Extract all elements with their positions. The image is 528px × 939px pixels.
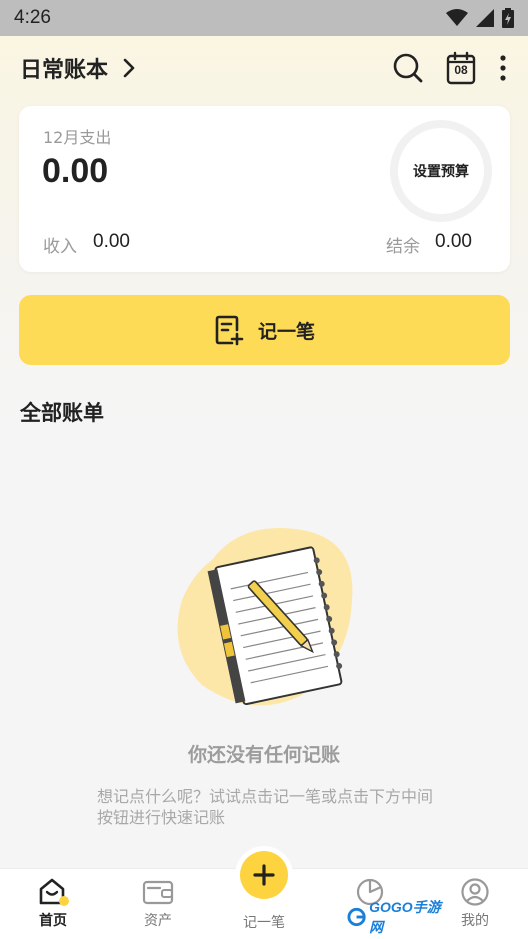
nav-label-mine: 我的 bbox=[461, 913, 489, 929]
watermark-logo-icon bbox=[347, 907, 366, 927]
empty-state-title: 你还没有任何记账 bbox=[187, 744, 340, 766]
home-icon bbox=[39, 878, 69, 906]
balance-label: 结余 bbox=[386, 237, 420, 257]
calendar-icon[interactable]: 08 bbox=[446, 51, 476, 85]
quick-record-button[interactable] bbox=[235, 846, 293, 904]
watermark: GOGO手游网 bbox=[347, 899, 451, 935]
watermark-text: GOGO手游网 bbox=[369, 899, 441, 935]
all-bills-title: 全部账单 bbox=[20, 401, 104, 425]
status-time: 4:26 bbox=[14, 7, 51, 28]
income-label: 收入 bbox=[43, 237, 77, 257]
set-budget-label: 设置预算 bbox=[413, 164, 469, 180]
top-bar: 日常账本 08 bbox=[0, 36, 528, 100]
chevron-right-icon[interactable] bbox=[122, 58, 136, 78]
calendar-day: 08 bbox=[454, 63, 468, 77]
book-title[interactable]: 日常账本 bbox=[20, 52, 108, 84]
quick-record-circle bbox=[240, 851, 288, 899]
notebook-illustration-icon bbox=[177, 528, 353, 706]
empty-state-hint: 想记点什么呢？试试点击记一笔或点击下方中间按钮进行快速记账 bbox=[97, 787, 434, 827]
more-vertical-icon[interactable] bbox=[498, 53, 508, 83]
status-icons bbox=[446, 8, 514, 28]
signal-icon bbox=[476, 9, 494, 27]
record-entry-button[interactable]: 记一笔 bbox=[19, 295, 510, 365]
nav-item-assets[interactable]: 资产 bbox=[118, 869, 198, 939]
add-note-icon bbox=[215, 315, 244, 346]
income-value: 0.00 bbox=[93, 231, 130, 252]
wifi-icon bbox=[446, 9, 468, 26]
nav-item-home[interactable]: 首页 bbox=[13, 869, 93, 939]
nav-label-home: 首页 bbox=[39, 913, 67, 929]
search-icon[interactable] bbox=[392, 52, 424, 84]
nav-label-assets: 资产 bbox=[144, 913, 172, 929]
monthly-summary-card[interactable]: 12月支出 0.00 设置预算 收入 0.00 结余 0.00 bbox=[19, 106, 510, 272]
plus-icon bbox=[253, 864, 275, 886]
budget-ring[interactable]: 设置预算 bbox=[390, 120, 492, 222]
top-bar-actions: 08 bbox=[392, 51, 508, 85]
month-expense-label: 12月支出 bbox=[43, 128, 112, 147]
month-expense-amount: 0.00 bbox=[42, 152, 109, 190]
nav-label-record: 记一笔 bbox=[243, 915, 285, 931]
user-icon bbox=[461, 878, 489, 906]
battery-icon bbox=[502, 8, 514, 28]
balance-value: 0.00 bbox=[435, 231, 472, 252]
record-entry-label: 记一笔 bbox=[257, 320, 315, 343]
wallet-icon bbox=[142, 880, 174, 905]
status-bar: 4:26 bbox=[0, 0, 528, 36]
